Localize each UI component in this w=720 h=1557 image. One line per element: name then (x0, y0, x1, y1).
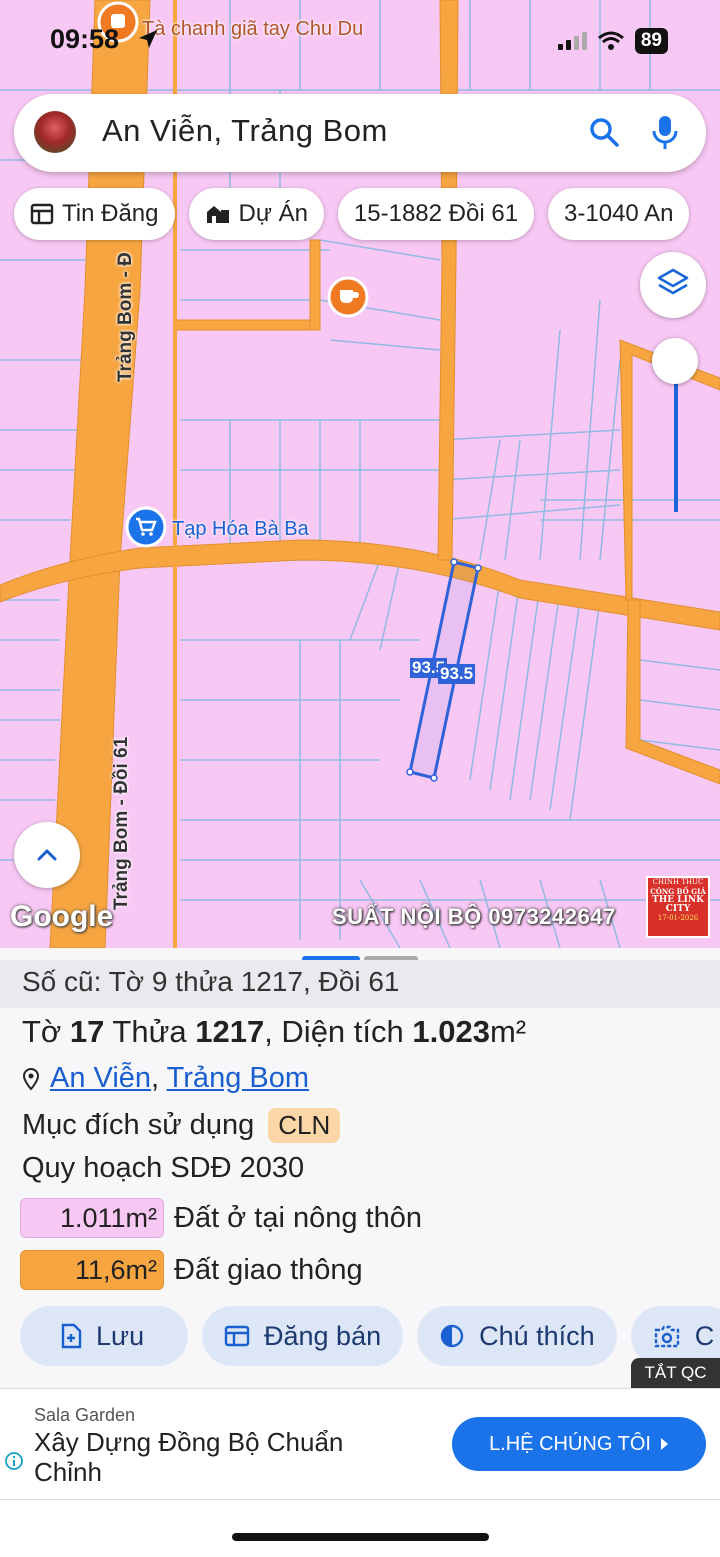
old-info-row: Số cũ: Tờ 9 thửa 1217, Đồi 61 (0, 960, 720, 1008)
store-pin-icon[interactable] (125, 506, 167, 548)
area-label: , Diện tích (264, 1014, 413, 1049)
old-parcel-info: Số cũ: Tờ 9 thửa 1217, Đồi 61 (22, 966, 400, 997)
zone-area-box: 11,6m² (20, 1250, 164, 1290)
ad-title[interactable]: Xây Dựng Đồng Bộ Chuẩn Chỉnh (34, 1427, 394, 1487)
parcel-title: Tờ 17 Thửa 1217, Diện tích 1.023m² (22, 1014, 526, 1050)
ad-sponsor: Sala Garden (34, 1405, 136, 1425)
save-button[interactable]: Lưu (20, 1306, 188, 1366)
zone-row-traffic: 11,6m² Đất giao thông (20, 1250, 363, 1290)
project-building-icon (206, 206, 229, 223)
signal-icon (557, 32, 587, 50)
chip-label: 15-1882 Đồi 61 (353, 200, 519, 227)
commune-link[interactable]: An Viễn (50, 1062, 151, 1094)
layers-button[interactable] (640, 252, 706, 318)
camera-icon (654, 1325, 679, 1348)
planning-title: Quy hoạch SDĐ 2030 (22, 1152, 305, 1184)
land-use-label: Mục đích sử dụng (22, 1109, 255, 1141)
post-for-sale-label: Đăng bán (264, 1320, 382, 1351)
ad-contact-label: L.HỆ CHÚNG TÔI (489, 1432, 651, 1455)
listing-icon (224, 1325, 250, 1347)
chip-label: Dự Án (238, 200, 308, 227)
chip-label: Tin Đăng (62, 200, 159, 227)
road-label-lower: Trảng Bom - Đồi 61 (111, 736, 132, 910)
search-query[interactable]: An Viễn, Trảng Bom (102, 113, 388, 149)
lot-label: Thửa (104, 1014, 196, 1049)
zone-label: Đất ở tại nông thôn (174, 1201, 422, 1234)
land-use-row: Mục đích sử dụng CLN (22, 1108, 341, 1143)
chip-recent-2[interactable]: 3-1040 An (548, 188, 690, 240)
wifi-icon (597, 31, 624, 50)
area-value: 1.023 (412, 1014, 490, 1049)
ad-contact-button[interactable]: L.HỆ CHÚNG TÔI (452, 1417, 706, 1471)
status-bar: 09:58 89 (0, 0, 720, 80)
road-label-upper: Trảng Bom - Đ (115, 252, 136, 382)
lot-number: 1217 (195, 1014, 265, 1049)
clock: 09:58 (50, 24, 120, 54)
home-indicator[interactable] (232, 1533, 489, 1541)
location-pin-icon (22, 1067, 40, 1091)
listing-icon (30, 203, 54, 225)
location-arrow-icon (139, 30, 157, 48)
camera-button[interactable]: C (630, 1306, 720, 1366)
chevron-up-icon (37, 849, 57, 861)
avatar[interactable] (34, 111, 76, 153)
cafe-pin-icon[interactable] (327, 276, 369, 318)
zone-row-residential: 1.011m² Đất ở tại nông thôn (20, 1198, 422, 1238)
zone-area-box: 1.011m² (20, 1198, 164, 1238)
save-add-icon (61, 1323, 82, 1349)
zone-label: Đất giao thông (174, 1253, 363, 1286)
camera-label: C (694, 1320, 715, 1351)
poi-label-store[interactable]: Tạp Hóa Bà Ba (172, 518, 309, 541)
search-icon[interactable] (586, 114, 622, 150)
parcel-dimension-2: 93.5 (438, 664, 476, 684)
legend-button[interactable]: Chú thích (417, 1306, 617, 1366)
opacity-slider-knob[interactable] (652, 338, 698, 384)
search-bar[interactable]: An Viễn, Trảng Bom (14, 94, 706, 172)
ad-banner[interactable]: Sala Garden Xây Dựng Đồng Bộ Chuẩn Chỉnh… (0, 1388, 720, 1500)
filter-chips: Tin Đăng Dự Án 15-1882 Đồi 61 3-1040 An (14, 188, 690, 240)
address-separator: , (151, 1062, 167, 1094)
chip-recent-1[interactable]: 15-1882 Đồi 61 (337, 188, 535, 240)
watermark-text: SUẤT NỘI BỘ 0973242647 (332, 904, 616, 929)
parcel-info-sheet[interactable]: Số cũ: Tờ 9 thửa 1217, Đồi 61 Tờ 17 Thửa… (0, 948, 720, 1388)
area-unit: m² (489, 1014, 527, 1049)
sheet-label: Tờ (22, 1014, 70, 1049)
microphone-icon[interactable] (650, 114, 680, 152)
land-use-badge: CLN (268, 1108, 341, 1143)
expand-up-button[interactable] (14, 822, 80, 888)
promo-stamp: CHÍNH THỨC CÔNG BỐ GIÁ THE LINK CITY 17-… (646, 876, 710, 938)
ad-info-icon[interactable] (4, 1451, 24, 1471)
save-label: Lưu (96, 1320, 145, 1351)
district-link[interactable]: Trảng Bom (167, 1062, 309, 1094)
contrast-icon (440, 1324, 464, 1348)
sheet-number: 17 (69, 1014, 105, 1049)
battery-indicator: 89 (634, 28, 668, 54)
action-buttons: Lưu Đăng bán Chú thích C (20, 1306, 720, 1366)
chip-label: 3-1040 An (564, 200, 674, 227)
layers-icon (657, 268, 689, 295)
hide-ad-button[interactable]: TẮT QC (631, 1358, 720, 1388)
chip-tin-dang[interactable]: Tin Đăng (14, 188, 175, 240)
legend-label: Chú thích (479, 1320, 595, 1351)
post-for-sale-button[interactable]: Đăng bán (202, 1306, 404, 1366)
play-arrow-icon (660, 1438, 668, 1450)
chip-du-an[interactable]: Dự Án (188, 188, 324, 240)
opacity-slider-track[interactable] (674, 382, 678, 512)
google-logo: Google (10, 900, 114, 933)
parcel-address: An Viễn, Trảng Bom (22, 1062, 309, 1095)
